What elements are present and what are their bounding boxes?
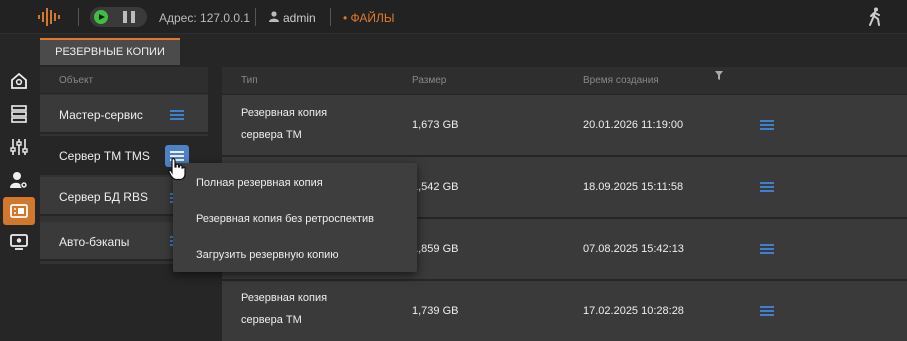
pause-button[interactable] — [123, 11, 136, 23]
object-item-label: Сервер ТМ TMS — [59, 149, 150, 163]
home-icon — [11, 72, 27, 89]
column-header-type[interactable]: Тип — [241, 75, 258, 86]
backup-created: 17.02.2025 10:28:28 — [583, 305, 684, 317]
sidebar-item-backups[interactable] — [3, 197, 35, 225]
sidebar-item-servers[interactable] — [3, 100, 35, 128]
divider — [330, 8, 331, 26]
user-icon — [269, 11, 279, 22]
divider — [255, 8, 256, 26]
table-row[interactable]: Резервная копия сервера ТМ 1,739 GB 17.0… — [222, 281, 907, 341]
play-button[interactable] — [94, 10, 108, 24]
row-menu-icon[interactable] — [760, 120, 774, 130]
object-column-header: Объект — [40, 67, 208, 94]
backup-context-menu: Полная резервная копия Резервная копия б… — [173, 163, 417, 272]
column-header-size[interactable]: Размер — [412, 75, 446, 86]
backup-created: 18.09.2025 15:11:58 — [583, 181, 684, 193]
backup-size: 1,739 GB — [412, 305, 459, 317]
sidebar-item-monitor[interactable] — [3, 228, 35, 256]
tab-backups[interactable]: РЕЗЕРВНЫЕ КОПИИ — [40, 38, 180, 65]
menu-item-load-backup[interactable]: Загрузить резервную копию — [173, 236, 417, 272]
files-link[interactable]: • ФАЙЛЫ — [343, 11, 395, 25]
user-settings-icon — [10, 172, 28, 189]
top-bar: Адрес: 127.0.0.1 admin • ФАЙЛЫ — [0, 0, 907, 34]
object-item-label: Авто-бэкапы — [59, 235, 130, 249]
backup-size: 1,542 GB — [412, 181, 459, 193]
sidebar-item-settings[interactable] — [3, 133, 35, 161]
object-item-label: Сервер БД RBS — [59, 190, 148, 204]
playback-controls — [90, 7, 147, 27]
sidebar-item-users[interactable] — [3, 166, 35, 194]
logo-icon — [38, 8, 60, 26]
menu-item-full-backup[interactable]: Полная резервная копия — [173, 164, 417, 200]
filter-icon[interactable] — [715, 71, 723, 80]
sliders-icon — [10, 139, 28, 155]
servers-icon — [11, 105, 27, 123]
backup-icon — [10, 204, 28, 218]
backup-size: 1,673 GB — [412, 119, 459, 131]
row-menu-icon[interactable] — [760, 306, 774, 316]
menu-item-backup-no-retro[interactable]: Резервная копия без ретроспектив — [173, 200, 417, 236]
divider — [78, 8, 79, 26]
backup-type: Резервная копия сервера ТМ — [241, 107, 328, 141]
backup-created: 20.01.2026 11:19:00 — [583, 119, 684, 131]
object-item-master-service[interactable]: Мастер-сервис — [40, 95, 208, 134]
table-header: Тип Размер Время создания — [222, 67, 907, 94]
backup-type: Резервная копия сервера ТМ — [241, 292, 328, 326]
sidebar-item-home[interactable] — [3, 67, 35, 95]
backup-created: 07.08.2025 15:42:13 — [583, 243, 684, 255]
column-header-created[interactable]: Время создания — [583, 75, 659, 86]
monitor-icon — [10, 234, 28, 250]
server-address: Адрес: 127.0.0.1 — [159, 11, 251, 25]
row-menu-icon[interactable] — [760, 182, 774, 192]
menu-icon[interactable] — [170, 110, 184, 120]
table-row[interactable]: Резервная копия сервера ТМ 1,673 GB 20.0… — [222, 95, 907, 155]
walking-person-icon[interactable] — [867, 7, 883, 27]
object-item-label: Мастер-сервис — [59, 108, 143, 122]
hand-cursor-icon — [168, 157, 186, 181]
user-name[interactable]: admin — [283, 11, 316, 25]
row-menu-icon[interactable] — [760, 244, 774, 254]
backup-size: 1,859 GB — [412, 243, 459, 255]
